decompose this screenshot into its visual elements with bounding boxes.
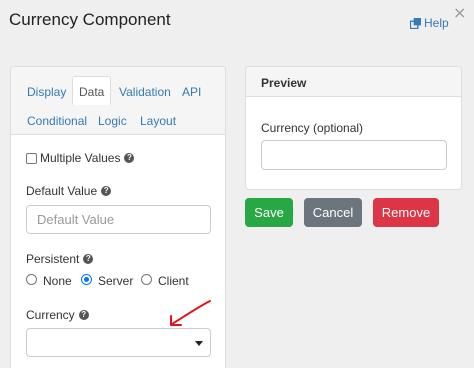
tab-data[interactable]: Data (72, 76, 112, 105)
remove-button[interactable]: Remove (373, 198, 439, 227)
tab-validation[interactable]: Validation (113, 79, 177, 105)
help-link[interactable]: Help (410, 16, 449, 30)
help-label: Help (424, 16, 449, 30)
default-value-input[interactable]: Default Value (26, 205, 211, 234)
currency-label: Currency ? (26, 308, 89, 322)
persistent-server-radio[interactable] (81, 274, 92, 285)
question-icon[interactable]: ? (83, 254, 94, 264)
multiple-values-label: Multiple Values ? (40, 151, 135, 165)
preview-field-label: Currency (optional) (261, 121, 364, 135)
preview-panel: Preview Currency (optional) (245, 66, 462, 190)
persistent-none-label: None (43, 274, 72, 288)
question-icon[interactable]: ? (78, 310, 89, 320)
default-value-text: Default Value (26, 184, 98, 198)
persistent-server-label: Server (98, 274, 134, 288)
annotation-arrow-icon (170, 300, 211, 326)
close-icon[interactable]: × (453, 5, 466, 21)
tab-display[interactable]: Display (21, 79, 72, 105)
default-value-label: Default Value ? (26, 184, 112, 198)
tab-api[interactable]: API (176, 79, 207, 105)
save-button[interactable]: Save (245, 198, 293, 227)
persistent-client-radio[interactable] (141, 274, 152, 285)
tab-logic[interactable]: Logic (92, 108, 133, 134)
currency-text: Currency (26, 308, 75, 322)
preview-header: Preview (246, 67, 461, 97)
question-icon[interactable]: ? (124, 153, 135, 163)
tab-layout[interactable]: Layout (134, 108, 182, 134)
chevron-down-icon (195, 341, 203, 346)
persistent-label: Persistent ? (26, 252, 94, 266)
external-link-icon (410, 17, 421, 29)
multiple-values-checkbox[interactable] (26, 153, 37, 164)
persistent-none-radio[interactable] (26, 274, 37, 285)
question-icon[interactable]: ? (101, 186, 112, 196)
preview-currency-input[interactable] (261, 140, 447, 170)
persistent-text: Persistent (26, 252, 80, 266)
tab-conditional[interactable]: Conditional (21, 108, 93, 134)
currency-select[interactable] (26, 328, 211, 357)
cancel-button[interactable]: Cancel (304, 198, 362, 227)
multiple-values-text: Multiple Values (40, 151, 121, 165)
persistent-client-label: Client (158, 274, 189, 288)
dialog-title: Currency Component (9, 10, 171, 29)
